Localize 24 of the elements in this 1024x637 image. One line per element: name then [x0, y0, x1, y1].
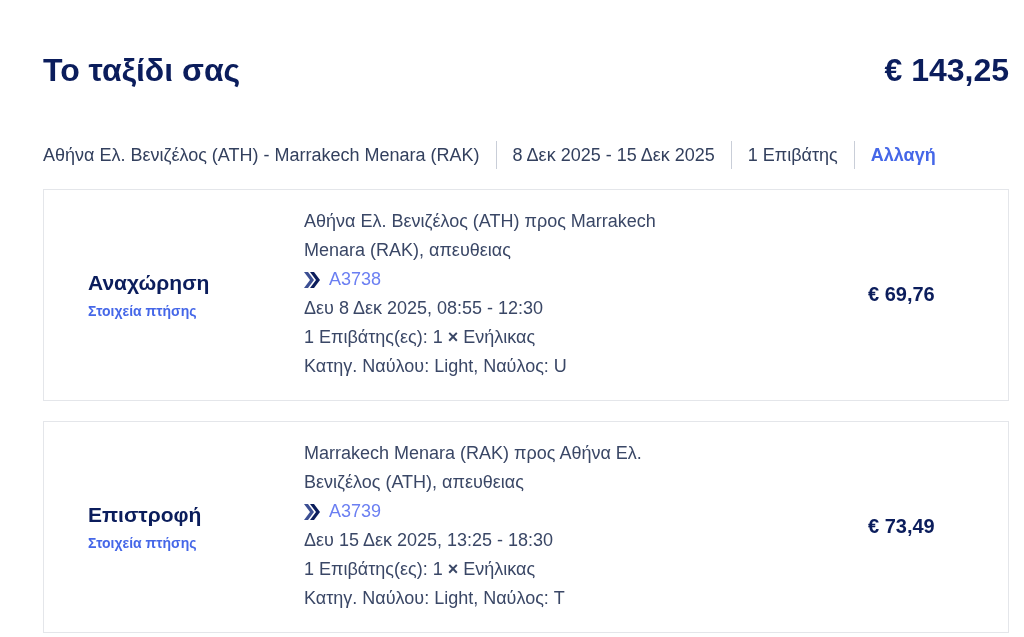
flight-details-link[interactable]: Στοιχεία πτήσης — [88, 533, 197, 552]
double-chevron-icon — [304, 503, 320, 520]
total-price: € 143,25 — [884, 51, 1009, 90]
fare-text: Κατηγ. Ναύλου: Light, Ναύλος: T — [304, 587, 566, 610]
passenger-text: 1 Επιβάτης(ες): 1 × Ενήλικας — [304, 326, 537, 349]
flight-direction: Αναχώρηση — [88, 269, 210, 296]
flight-direction: Επιστροφή — [88, 501, 202, 528]
route-summary: Αθήνα Ελ. Βενιζέλος (ATH) - Marrakech Menara (RAK) — [43, 144, 480, 166]
flight-price: € 73,49 — [868, 514, 935, 538]
route-text: Αθήνα Ελ. Βενιζέλος (ATH) προς Marrakech Menara (RAK), απευθειας — [304, 210, 657, 262]
flight-details-link[interactable]: Στοιχεία πτήσης — [88, 301, 197, 320]
change-link[interactable]: Αλλαγή — [870, 144, 936, 166]
flight-price: € 69,76 — [868, 282, 935, 306]
passenger-summary: 1 Επιβάτης — [747, 144, 838, 166]
route-text: Marrakech Menara (RAK) προς Αθήνα Ελ. Βενιζέλος (ATH), απευθειας — [304, 442, 643, 494]
dates-summary: 8 Δεκ 2025 - 15 Δεκ 2025 — [512, 144, 715, 166]
flight-number: A3739 — [329, 500, 382, 523]
double-chevron-icon — [304, 271, 320, 288]
flight-datetime: Δευ 8 Δεκ 2025, 08:55 - 12:30 — [304, 297, 545, 320]
fare-text: Κατηγ. Ναύλου: Light, Ναύλος: U — [304, 355, 568, 378]
passenger-text: 1 Επιβάτης(ες): 1 × Ενήλικας — [304, 558, 537, 581]
flight-datetime: Δευ 15 Δεκ 2025, 13:25 - 18:30 — [304, 529, 555, 552]
flight-number: A3738 — [329, 268, 382, 291]
page-title: Το ταξίδι σας — [43, 51, 241, 90]
